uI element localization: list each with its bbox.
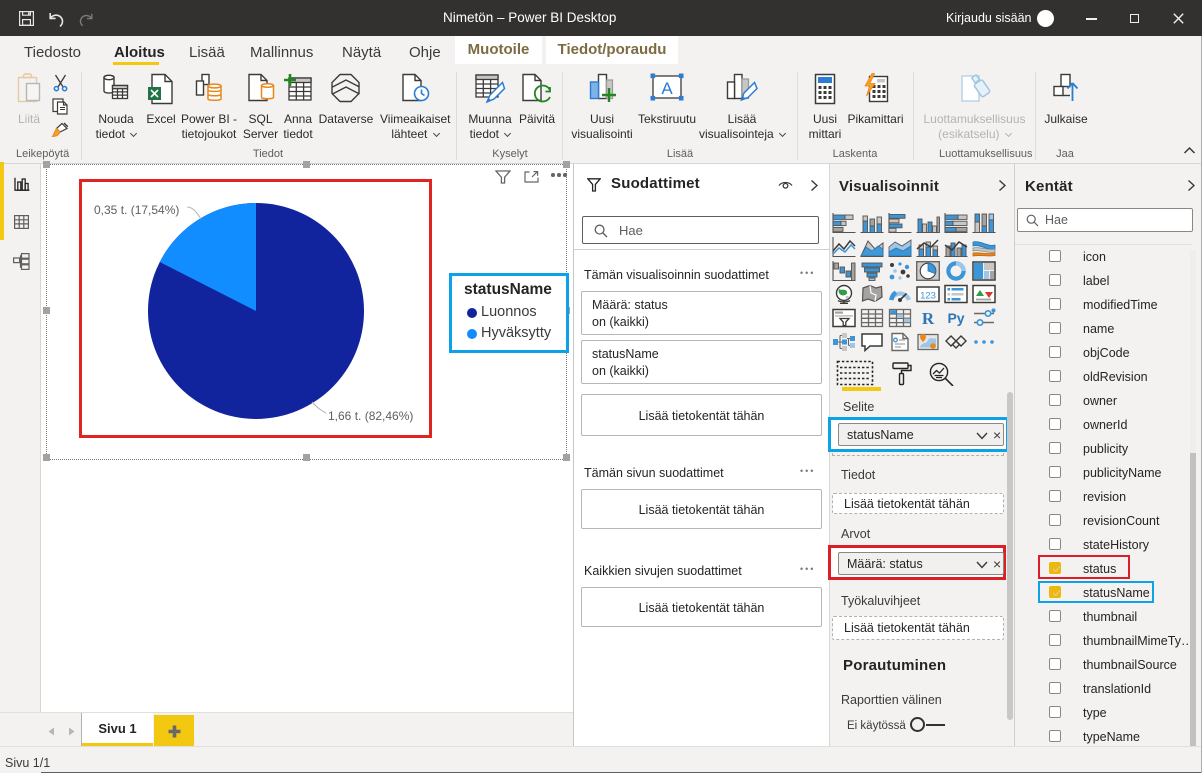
- svg-text:R: R: [922, 309, 935, 328]
- svg-text:123: 123: [920, 291, 936, 302]
- svg-text:A: A: [661, 79, 673, 98]
- svg-text:Py: Py: [947, 310, 964, 326]
